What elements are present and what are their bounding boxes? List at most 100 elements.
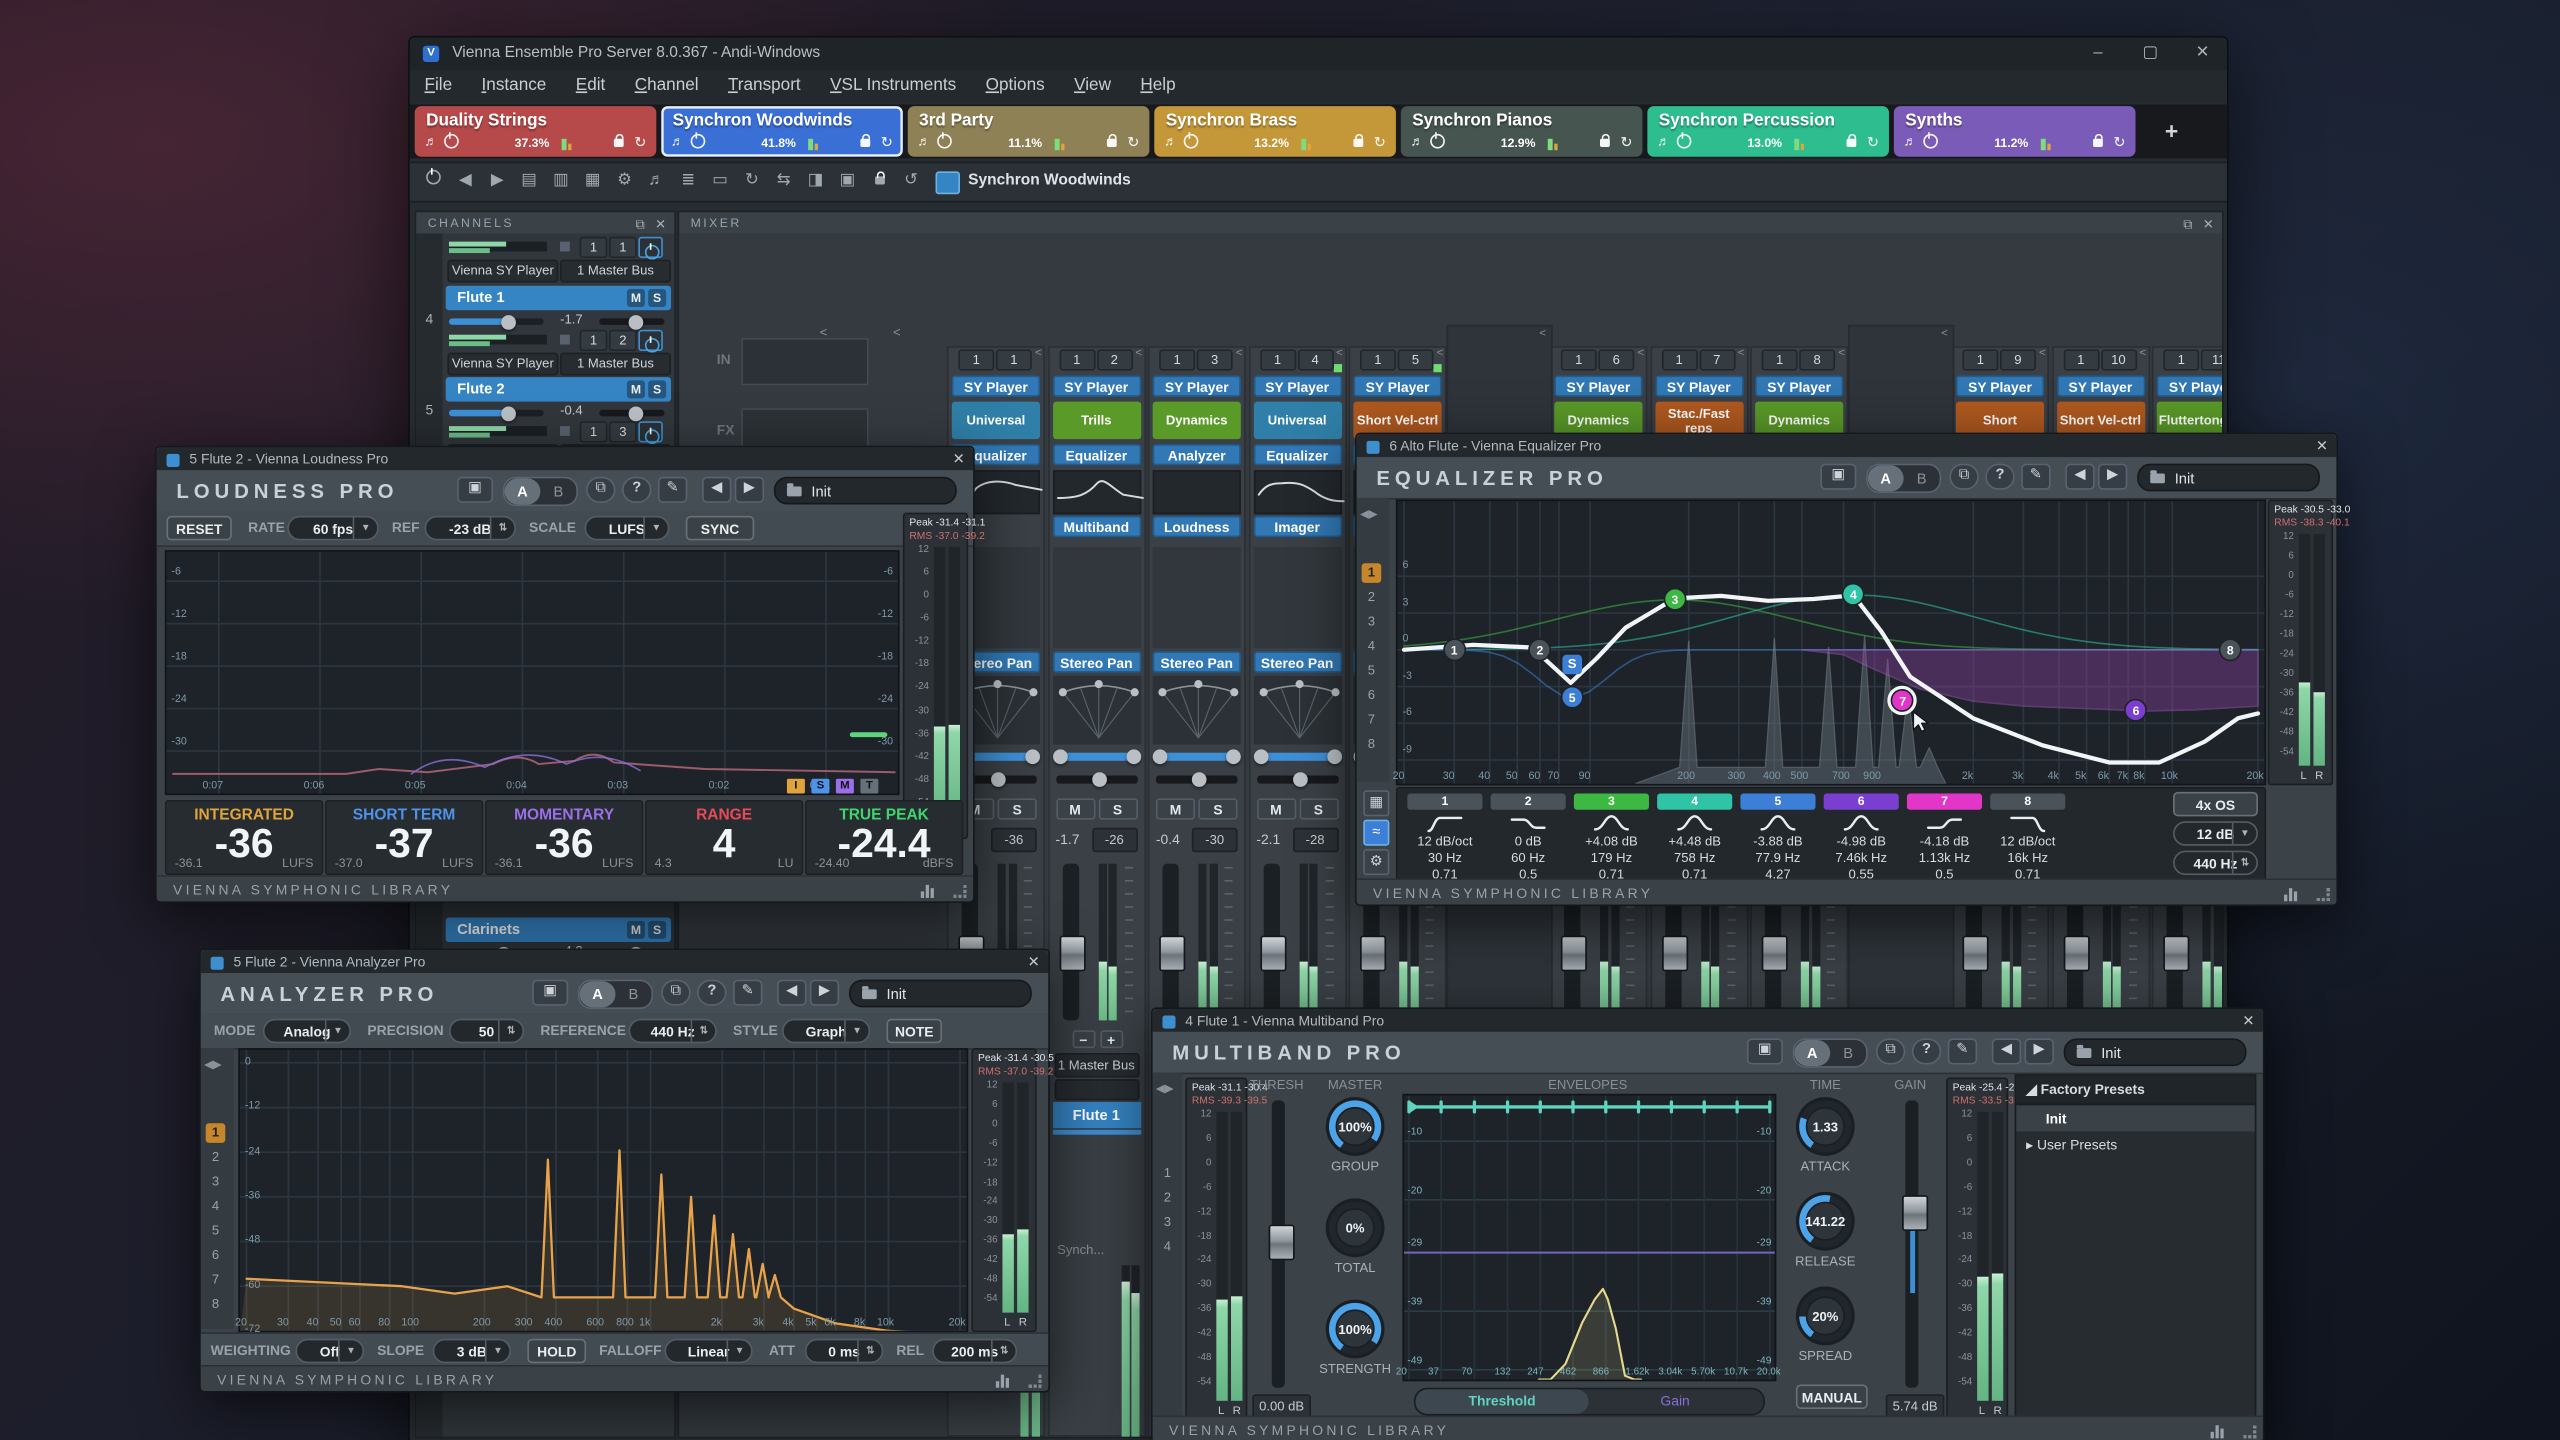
hold-button[interactable]: HOLD: [527, 1339, 586, 1363]
menu-options[interactable]: Options: [971, 70, 1059, 99]
preset-init-row[interactable]: Init: [2016, 1105, 2254, 1131]
player-button[interactable]: SY Player: [1956, 376, 2044, 397]
midi-plug-icon[interactable]: ♬: [642, 168, 670, 194]
pan-fan[interactable]: [1153, 676, 1241, 745]
collapse-arrow[interactable]: <: [1738, 348, 1745, 359]
help-icon[interactable]: ?: [622, 477, 651, 503]
band-select-2[interactable]: 2: [1158, 1189, 1178, 1209]
ref-spinner[interactable]: -23 dB⇅: [424, 516, 515, 540]
channel-chip[interactable]: 9: [2000, 349, 2036, 370]
legend-M[interactable]: M: [836, 779, 854, 794]
pan-fan[interactable]: [1052, 676, 1140, 745]
solo-button[interactable]: S: [648, 380, 666, 398]
fx-slot-button[interactable]: Equalizer: [1052, 444, 1140, 465]
channel-power-button[interactable]: [638, 421, 662, 442]
ab-a[interactable]: A: [1794, 1040, 1830, 1066]
copy-icon[interactable]: ⧉: [1949, 464, 1978, 490]
midi-port-chip[interactable]: 1: [580, 330, 608, 351]
preset-box[interactable]: Init: [774, 477, 957, 505]
ab-compare-toggle[interactable]: AB: [1793, 1038, 1868, 1067]
band-chip-5[interactable]: 5: [1740, 793, 1815, 809]
display-mode-button[interactable]: ▣: [1747, 1038, 1783, 1064]
stereo-pan-button[interactable]: Stereo Pan: [1253, 651, 1341, 672]
settings-gear-icon[interactable]: ⚙: [611, 168, 639, 194]
scale-select[interactable]: LUFS▼: [584, 516, 669, 540]
ab-b[interactable]: B: [1830, 1040, 1866, 1066]
collapse-arrow[interactable]: <: [2139, 348, 2146, 359]
channel-fader[interactable]: [1263, 864, 1279, 1021]
channel-chip[interactable]: 3: [1197, 349, 1233, 370]
thresh-fader[interactable]: [1272, 1100, 1285, 1387]
fx-slot-button[interactable]: Imager: [1253, 516, 1341, 537]
help-icon[interactable]: ?: [697, 980, 726, 1006]
legend-T[interactable]: T: [860, 779, 878, 794]
chevron-down-icon[interactable]: ▼: [2232, 823, 2256, 844]
band-gain[interactable]: +4.08 dB: [1574, 834, 1649, 849]
next-preset-button[interactable]: ▶: [2098, 464, 2127, 490]
rec-square[interactable]: [560, 335, 570, 345]
envelope-mode-toggle[interactable]: ThresholdGain: [1414, 1388, 1765, 1416]
band-freq[interactable]: 16k Hz: [1990, 851, 2065, 866]
channel-fader[interactable]: [1162, 864, 1178, 1021]
band-gain[interactable]: -4.18 dB: [1907, 834, 1982, 849]
band-select-1[interactable]: 1: [206, 1123, 226, 1143]
ab-b[interactable]: B: [540, 478, 576, 504]
grow-button[interactable]: +: [1100, 1030, 1123, 1048]
expand-icon[interactable]: ◀▶: [1360, 508, 1378, 521]
band-select-3[interactable]: 3: [1362, 612, 1382, 632]
preset-box[interactable]: Init: [2137, 464, 2320, 492]
toggle-threshold[interactable]: Threshold: [1416, 1389, 1589, 1413]
band-select-8[interactable]: 8: [206, 1295, 226, 1315]
collapse-arrow[interactable]: <: [820, 325, 828, 340]
open-folder-icon[interactable]: ▥: [547, 168, 575, 194]
edit-icon[interactable]: ✎: [2021, 464, 2050, 490]
close-panel-icon[interactable]: ✕: [2203, 214, 2214, 235]
precision-spinner[interactable]: 50⇅: [449, 1019, 524, 1043]
sync-icon[interactable]: ↻: [2113, 134, 2125, 152]
expand-icon[interactable]: ◀▶: [1156, 1082, 1174, 1095]
stepper-icon[interactable]: ⇅: [498, 1020, 522, 1041]
channel-power-button[interactable]: [638, 330, 662, 351]
channel-chip[interactable]: 8: [1799, 349, 1835, 370]
port-chip[interactable]: 1: [1260, 349, 1296, 370]
power-icon[interactable]: [1677, 134, 1692, 152]
stepper-icon[interactable]: ⇅: [857, 1340, 881, 1361]
power-icon[interactable]: [444, 134, 459, 152]
stereo-pan-button[interactable]: Stereo Pan: [1153, 651, 1241, 672]
lock-icon[interactable]: [2093, 134, 2103, 150]
close-button[interactable]: ✕: [2178, 38, 2227, 71]
rate-select[interactable]: 60 fps▼: [287, 516, 378, 540]
band-chip-6[interactable]: 6: [1824, 793, 1899, 809]
bus-box[interactable]: 1 Master Bus: [560, 260, 671, 283]
articulation-button[interactable]: Dynamics: [1153, 402, 1241, 440]
next-preset-button[interactable]: ▶: [2024, 1038, 2053, 1064]
lock-icon[interactable]: [614, 134, 624, 150]
solo-button[interactable]: S: [998, 798, 1037, 819]
channel-chip[interactable]: 6: [1598, 349, 1634, 370]
band-select-5[interactable]: 5: [206, 1221, 226, 1241]
refresh-icon[interactable]: ↻: [738, 168, 766, 194]
collapse-arrow[interactable]: <: [1637, 348, 1644, 359]
channel-header[interactable]: Flute 2MS: [446, 377, 671, 401]
sync-icon[interactable]: ↻: [1374, 134, 1386, 152]
band-select-6[interactable]: 6: [1362, 686, 1382, 706]
chevron-down-icon[interactable]: ▼: [485, 1340, 509, 1361]
band-select-3[interactable]: 3: [206, 1172, 226, 1192]
player-button[interactable]: SY Player: [952, 376, 1040, 397]
chevron-down-icon[interactable]: ▼: [844, 1020, 868, 1041]
menu-channel[interactable]: Channel: [620, 70, 713, 99]
fx-curve-thumbnail[interactable]: [1153, 470, 1241, 514]
fx-curve-thumbnail[interactable]: [1052, 470, 1140, 514]
input-slot[interactable]: [741, 338, 868, 385]
copy-icon[interactable]: ⧉: [586, 477, 615, 503]
eq-band-handle-1[interactable]: 1: [1443, 638, 1466, 661]
menu-transport[interactable]: Transport: [713, 70, 815, 99]
resize-grip[interactable]: [2317, 888, 2330, 901]
port-chip[interactable]: 1: [1762, 349, 1798, 370]
band-gain[interactable]: 0 dB: [1491, 834, 1566, 849]
collapse-arrow[interactable]: <: [1437, 348, 1444, 359]
ab-b[interactable]: B: [616, 981, 652, 1007]
oversampling-button[interactable]: 4x OS: [2173, 792, 2258, 816]
note-button[interactable]: NOTE: [887, 1019, 943, 1043]
bus-box[interactable]: 1 Master Bus: [560, 353, 671, 376]
